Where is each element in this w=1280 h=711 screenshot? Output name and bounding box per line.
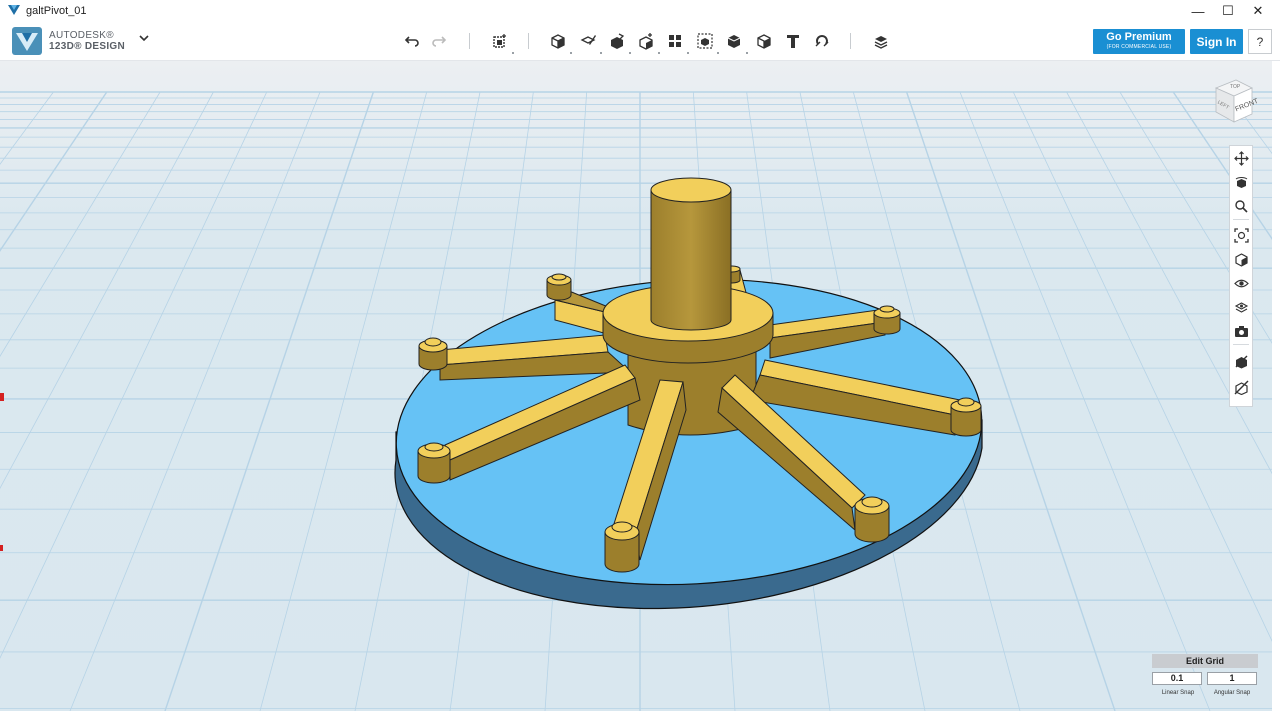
- primitives-icon: [551, 34, 565, 49]
- toolbar-separator: [528, 33, 529, 49]
- material-icon: [874, 36, 888, 49]
- sketch-icon: [580, 35, 596, 45]
- construct-button[interactable]: [606, 30, 628, 52]
- hide-button[interactable]: [1232, 378, 1250, 396]
- brand-line2: 123D® DESIGN: [49, 41, 125, 52]
- app-logo-icon: [8, 2, 20, 20]
- snap-icon: [815, 35, 829, 47]
- transform-button[interactable]: [489, 30, 511, 52]
- fit-icon: [1233, 227, 1249, 243]
- viewcube-top-label: TOP: [1230, 84, 1241, 90]
- grouping-icon: [697, 33, 713, 49]
- materials-icon: [1234, 301, 1248, 313]
- sketch-button[interactable]: [577, 30, 599, 52]
- combine-button[interactable]: [723, 30, 745, 52]
- minimize-button[interactable]: —: [1183, 0, 1213, 22]
- go-premium-button[interactable]: Go Premium (FOR COMMERCIAL USE): [1093, 29, 1185, 54]
- view-cube[interactable]: TOP LEFT FRONT: [1206, 74, 1258, 126]
- close-button[interactable]: ✕: [1243, 0, 1273, 22]
- sign-in-button[interactable]: Sign In: [1190, 29, 1243, 54]
- toolbar-separator: [850, 33, 851, 49]
- shaft-cylinder: [650, 177, 732, 331]
- edge-marker: [0, 545, 3, 551]
- grouping-button[interactable]: [694, 30, 716, 52]
- hide-icon: [1234, 380, 1248, 395]
- snap-button[interactable]: [811, 30, 833, 52]
- orbit-button[interactable]: [1232, 173, 1250, 191]
- redo-button[interactable]: [429, 30, 451, 52]
- material-button[interactable]: [870, 30, 892, 52]
- workplane-scene: [0, 61, 1280, 711]
- modify-button[interactable]: [635, 30, 657, 52]
- undo-icon: [404, 36, 419, 47]
- edit-grid-button[interactable]: Edit Grid: [1152, 654, 1258, 668]
- help-button[interactable]: ?: [1248, 29, 1272, 54]
- maximize-button[interactable]: ☐: [1213, 0, 1243, 22]
- linear-snap-input[interactable]: 0.1: [1152, 672, 1202, 685]
- measure-button[interactable]: [753, 30, 775, 52]
- materials-button[interactable]: [1232, 298, 1250, 316]
- construct-icon: [611, 33, 625, 49]
- outline-icon: [1235, 355, 1247, 368]
- app-logo-icon: [12, 27, 42, 55]
- pattern-button[interactable]: [664, 30, 686, 52]
- redo-icon: [432, 36, 447, 47]
- navigation-bar: [1229, 145, 1253, 407]
- edge-marker: [0, 393, 4, 401]
- fit-button[interactable]: [1232, 226, 1250, 244]
- toolbar-separator: [469, 33, 470, 49]
- angular-snap-input[interactable]: 1: [1207, 672, 1257, 685]
- pan-icon: [1233, 150, 1249, 166]
- zoom-icon: [1234, 199, 1248, 213]
- view-button[interactable]: [1232, 250, 1250, 268]
- visibility-icon: [1233, 279, 1249, 287]
- text-button[interactable]: [782, 30, 804, 52]
- view-icon: [1234, 252, 1248, 267]
- pattern-icon: [669, 35, 681, 47]
- transform-icon: [493, 34, 506, 48]
- text-icon: [787, 35, 799, 48]
- brand-line1: AUTODESK®: [49, 30, 114, 41]
- outline-button[interactable]: [1232, 352, 1250, 370]
- zoom-button[interactable]: [1232, 197, 1250, 215]
- modify-icon: [639, 33, 653, 50]
- visibility-button[interactable]: [1232, 274, 1250, 292]
- measure-icon: [757, 34, 771, 49]
- right-edge-strip: [1272, 61, 1280, 711]
- undo-button[interactable]: [400, 30, 422, 52]
- 3d-viewport[interactable]: [0, 61, 1280, 711]
- window-title: galtPivot_01: [26, 5, 87, 17]
- grid-panel: Edit Grid 0.1 1 Linear Snap Angular Snap: [1152, 654, 1258, 700]
- linear-snap-label: Linear Snap: [1161, 690, 1195, 696]
- combine-icon: [727, 35, 741, 48]
- premium-label: Go Premium: [1106, 31, 1172, 43]
- title-bar: galtPivot_01 — ☐ ✕: [0, 0, 1280, 22]
- brand-menu[interactable]: AUTODESK® 123D® DESIGN: [12, 27, 125, 55]
- camera-icon: [1234, 325, 1248, 337]
- chevron-down-icon[interactable]: [139, 34, 149, 42]
- premium-sublabel: (FOR COMMERCIAL USE): [1106, 44, 1172, 50]
- camera-button[interactable]: [1232, 322, 1250, 340]
- main-toolbar: AUTODESK® 123D® DESIGN: [0, 22, 1280, 61]
- angular-snap-label: Angular Snap: [1213, 690, 1251, 696]
- orbit-icon: [1235, 176, 1247, 188]
- primitives-button[interactable]: [547, 30, 569, 52]
- pan-button[interactable]: [1232, 149, 1250, 167]
